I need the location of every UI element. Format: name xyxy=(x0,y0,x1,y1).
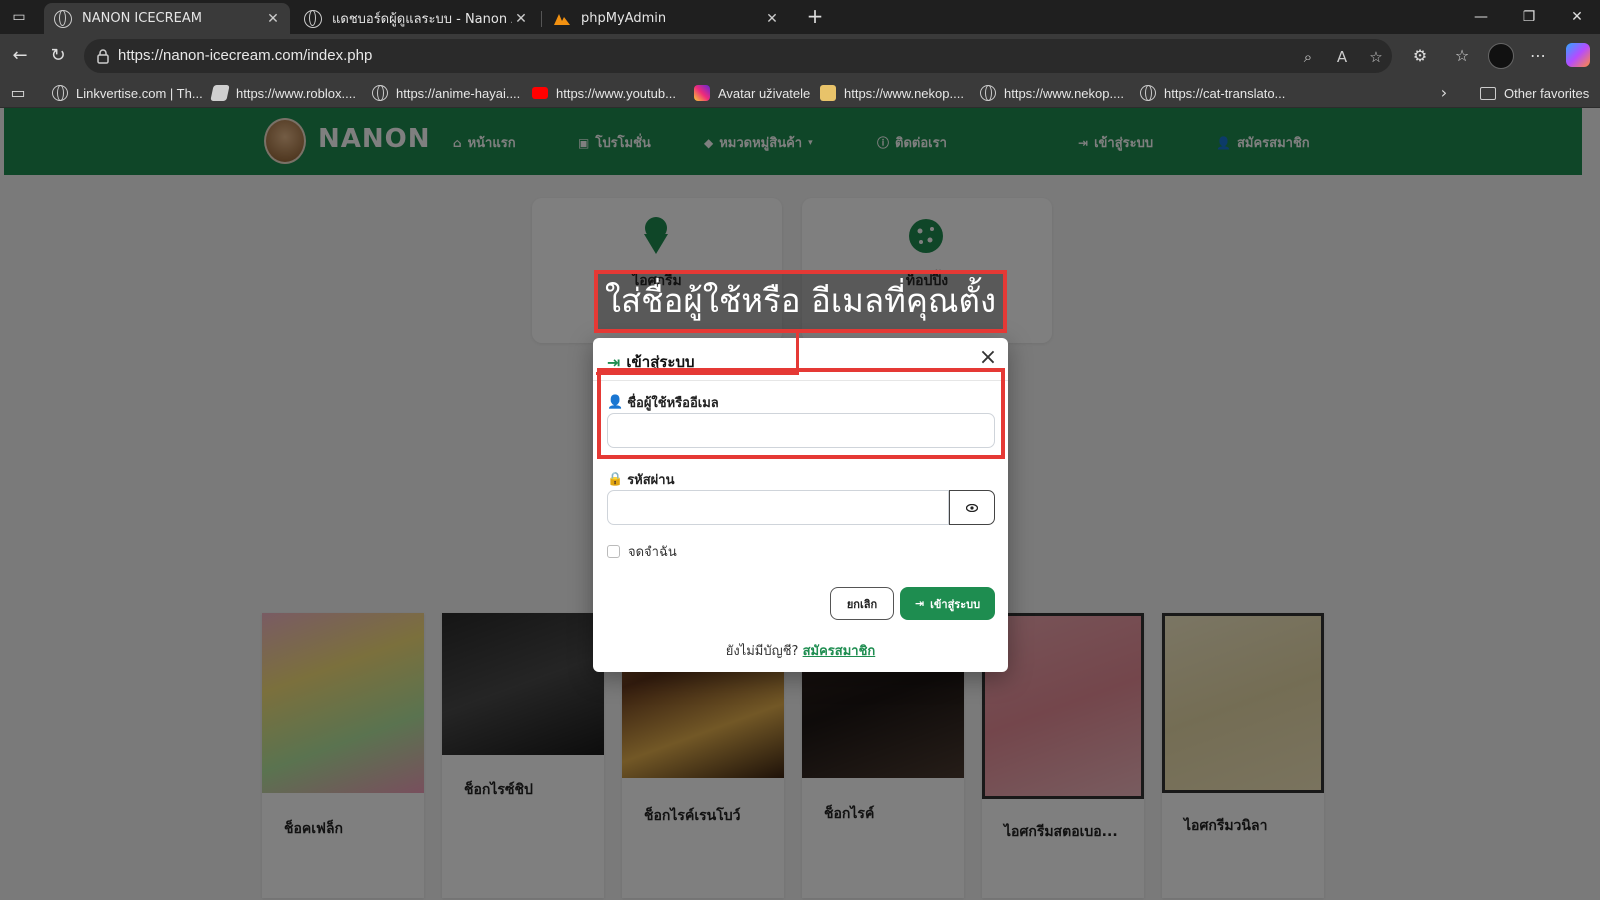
bookmark-item[interactable]: https://www.nekop.... xyxy=(980,83,1124,103)
tab-title: แดชบอร์ดผู้ดูแลระบบ - Nanon Admin xyxy=(332,12,512,27)
new-tab-button[interactable]: + xyxy=(803,5,827,29)
copilot-icon[interactable] xyxy=(1566,43,1590,67)
password-input[interactable] xyxy=(607,490,949,525)
lock-icon: 🔒 xyxy=(607,472,624,487)
close-tab-icon[interactable]: ✕ xyxy=(512,11,530,27)
tab-admin-dashboard[interactable]: แดชบอร์ดผู้ดูแลระบบ - Nanon Admin ✕ xyxy=(294,3,538,34)
bookmark-item[interactable]: Linkvertise.com | Th... xyxy=(52,83,203,103)
bookmark-label: https://www.nekop.... xyxy=(844,85,964,101)
other-favorites-label: Other favorites xyxy=(1504,85,1590,101)
remember-checkbox[interactable] xyxy=(607,545,620,558)
minimize-button[interactable]: — xyxy=(1458,4,1504,30)
annotation-callout: ใส่ชื่อผู้ใช้หรือ อีเมลที่คุณตั้ง xyxy=(594,270,1007,333)
close-tab-icon[interactable]: ✕ xyxy=(763,11,781,27)
folder-icon xyxy=(1480,86,1496,100)
window-close-button[interactable]: ✕ xyxy=(1554,4,1600,30)
login-submit-button[interactable]: ⇥ เข้าสู่ระบบ xyxy=(900,587,995,620)
chevron-right-icon[interactable]: › xyxy=(1432,81,1456,105)
cancel-button[interactable]: ยกเลิก xyxy=(830,587,894,620)
tab-title: phpMyAdmin xyxy=(581,11,667,26)
youtube-icon xyxy=(532,87,548,99)
bookmark-item[interactable]: https://anime-hayai.... xyxy=(372,83,520,103)
browser-toolbar: ← ↻ https://nanon-icecream.com/index.php… xyxy=(0,34,1600,78)
more-menu-icon[interactable]: ⋯ xyxy=(1526,44,1550,68)
no-account-row: ยังไม่มีบัญชี? สมัครสมาชิก xyxy=(593,640,1008,661)
tab-nanon-icecream[interactable]: NANON ICECREAM ✕ xyxy=(44,3,290,34)
bookmark-item[interactable]: https://www.nekop.... xyxy=(820,83,964,103)
globe-icon xyxy=(1140,85,1156,101)
restore-button[interactable]: ❐ xyxy=(1506,4,1552,30)
bookmark-label: https://www.nekop.... xyxy=(1004,85,1124,101)
phpmyadmin-icon xyxy=(553,10,571,28)
password-label-text: รหัสผ่าน xyxy=(627,473,675,488)
tab-separator xyxy=(541,11,542,27)
cat-icon xyxy=(820,85,836,101)
url-text[interactable]: https://nanon-icecream.com/index.php xyxy=(118,47,372,64)
remember-label: จดจำฉัน xyxy=(628,545,677,560)
instagram-icon xyxy=(694,85,710,101)
sign-in-icon: ⇥ xyxy=(914,597,925,610)
page-viewport: NANON ⌂ หน้าแรก ▣ โปรโมชั่น ◆ หมวดหมู่สิ… xyxy=(0,108,1600,900)
browser-tab-bar: ▭ NANON ICECREAM ✕ แดชบอร์ดผู้ดูแลระบบ -… xyxy=(0,0,1600,34)
bookmark-item[interactable]: https://www.roblox.... xyxy=(210,83,356,103)
annotation-highlight-box xyxy=(597,368,1005,459)
tab-actions-icon[interactable]: ▭ xyxy=(8,6,30,28)
close-icon[interactable]: × xyxy=(977,347,999,370)
bookmark-item[interactable]: Avatar uživatele xyxy=(694,83,810,103)
bookmark-item[interactable]: https://www.youtub... xyxy=(532,83,676,103)
close-tab-icon[interactable]: ✕ xyxy=(264,11,282,27)
bookmark-label: https://cat-translato... xyxy=(1164,85,1286,101)
tab-title: NANON ICECREAM xyxy=(82,11,202,26)
register-link[interactable]: สมัครสมาชิก xyxy=(803,644,876,659)
reading-view-icon[interactable]: ▭ xyxy=(6,81,30,105)
tab-phpmyadmin[interactable]: phpMyAdmin ✕ xyxy=(543,3,789,34)
password-label: 🔒 รหัสผ่าน xyxy=(607,469,674,490)
bookmarks-bar: ▭ Linkvertise.com | Th... https://www.ro… xyxy=(0,78,1600,108)
favorite-star-icon[interactable]: ☆ xyxy=(1366,47,1386,67)
roblox-icon xyxy=(210,85,230,101)
bookmark-label: Avatar uživatele xyxy=(718,85,811,101)
globe-icon xyxy=(980,85,996,101)
extensions-icon[interactable]: ⚙ xyxy=(1408,44,1432,68)
eye-icon xyxy=(966,503,978,512)
bookmark-label: https://www.youtub... xyxy=(556,85,676,101)
globe-icon xyxy=(372,85,388,101)
toggle-password-button[interactable] xyxy=(949,490,995,525)
reload-button[interactable]: ↻ xyxy=(46,44,70,68)
read-aloud-icon[interactable]: A xyxy=(1332,47,1352,67)
favorites-icon[interactable]: ☆ xyxy=(1450,44,1474,68)
bookmark-label: Linkvertise.com | Th... xyxy=(76,85,203,101)
globe-icon xyxy=(52,85,68,101)
no-account-text: ยังไม่มีบัญชี? xyxy=(725,644,799,659)
bookmark-item[interactable]: https://cat-translato... xyxy=(1140,83,1285,103)
other-favorites[interactable]: Other favorites xyxy=(1480,83,1589,103)
bookmark-label: https://anime-hayai.... xyxy=(396,85,521,101)
bookmark-label: https://www.roblox.... xyxy=(236,85,356,101)
profile-avatar[interactable] xyxy=(1488,43,1514,69)
remember-me[interactable]: จดจำฉัน xyxy=(607,541,677,562)
lock-icon xyxy=(97,49,109,64)
back-button[interactable]: ← xyxy=(8,44,32,68)
zoom-icon[interactable]: ⌕ xyxy=(1298,47,1318,67)
address-bar[interactable]: https://nanon-icecream.com/index.php ⌕ A… xyxy=(84,39,1392,73)
globe-icon xyxy=(304,9,322,28)
login-button-label: เข้าสู่ระบบ xyxy=(930,597,981,611)
globe-icon xyxy=(54,9,72,28)
